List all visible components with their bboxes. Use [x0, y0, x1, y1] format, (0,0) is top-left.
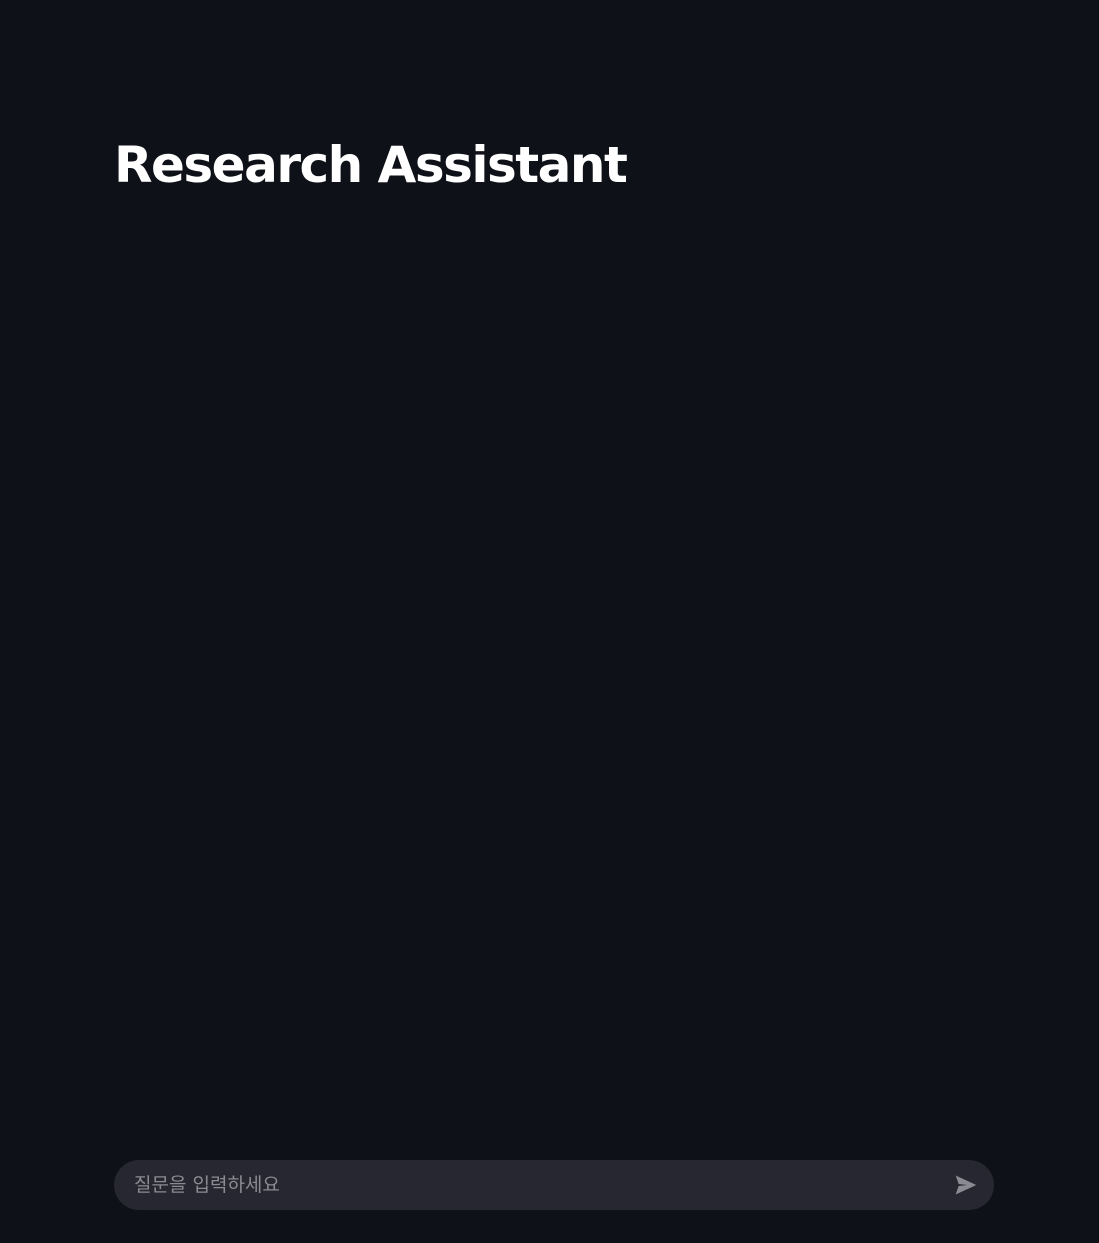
main-content: Research Assistant: [0, 0, 1099, 1243]
send-icon: [955, 1175, 977, 1195]
chat-input[interactable]: [134, 1160, 934, 1210]
chat-input-bar: [114, 1160, 994, 1210]
page-title: Research Assistant: [114, 136, 628, 194]
send-button[interactable]: [950, 1169, 982, 1201]
